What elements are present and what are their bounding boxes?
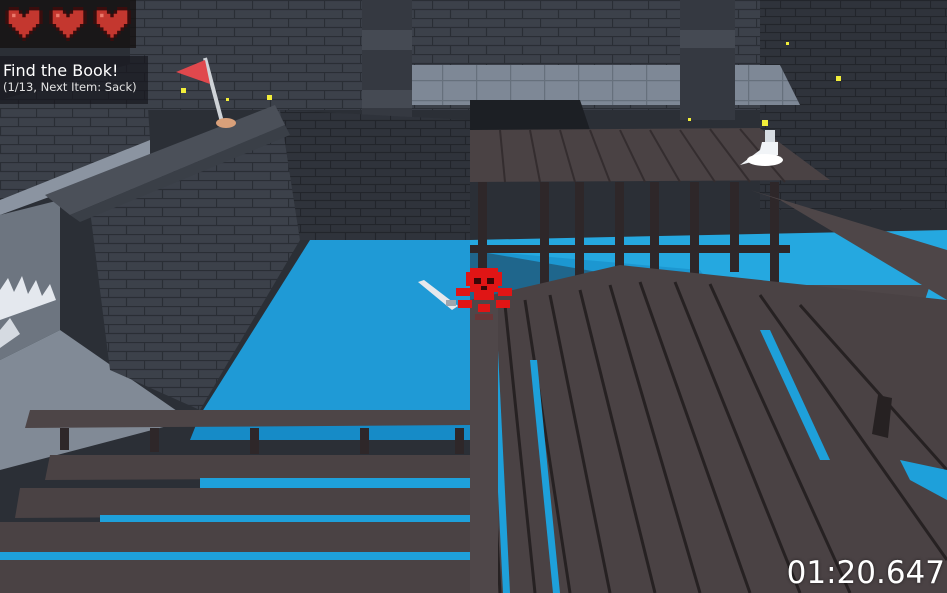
game-viewport[interactable]: Find the Book! (1/13, Next Item: Sack) 0…	[0, 0, 947, 593]
quest-title: Find the Book!	[3, 61, 119, 80]
heart-icon	[93, 7, 131, 41]
speedrun-timer: 01:20.647	[786, 555, 945, 591]
quest-panel: Find the Book! (1/13, Next Item: Sack)	[0, 56, 148, 104]
quest-progress: (1/13, Next Item: Sack)	[3, 80, 137, 94]
heart-icon	[49, 7, 87, 41]
health-hearts	[0, 0, 136, 48]
heart-icon	[5, 7, 43, 41]
